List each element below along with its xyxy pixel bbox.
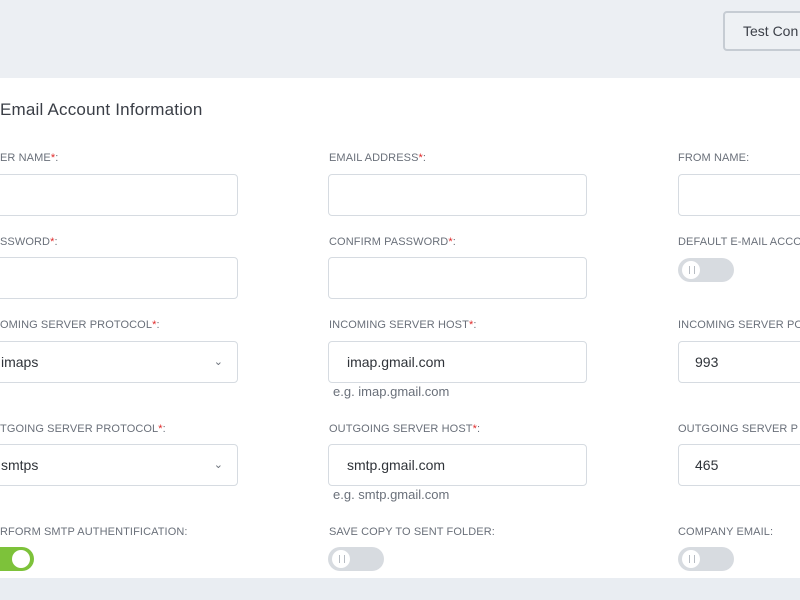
- smtp-auth-label: RFORM SMTP AUTHENTIFICATION:: [0, 526, 188, 538]
- chevron-down-icon: ⌄: [213, 459, 223, 471]
- confirm-password-label: CONFIRM PASSWORD*:: [329, 236, 456, 248]
- chevron-down-icon: ⌄: [213, 356, 223, 368]
- smtp-auth-toggle[interactable]: [0, 547, 34, 571]
- save-copy-label: SAVE COPY TO SENT FOLDER:: [329, 526, 495, 538]
- confirm-password-input[interactable]: [328, 257, 587, 299]
- from-name-input[interactable]: [678, 174, 800, 216]
- outgoing-protocol-value: smtps: [1, 457, 39, 473]
- bottom-area: [0, 578, 800, 600]
- section-title: Email Account Information: [0, 100, 203, 119]
- outgoing-host-label: OUTGOING SERVER HOST*:: [329, 423, 481, 435]
- outgoing-port-label: OUTGOING SERVER P: [678, 423, 799, 435]
- outgoing-port-input[interactable]: 465: [678, 444, 800, 486]
- incoming-protocol-select[interactable]: imaps ⌄: [0, 341, 238, 383]
- user-name-label: ER NAME*:: [0, 152, 59, 164]
- incoming-host-label: INCOMING SERVER HOST*:: [329, 319, 477, 331]
- from-name-label: FROM NAME:: [678, 152, 750, 164]
- incoming-host-hint: e.g. imap.gmail.com: [333, 384, 450, 399]
- incoming-protocol-label: OMING SERVER PROTOCOL*:: [0, 319, 160, 331]
- user-name-input[interactable]: [0, 174, 238, 216]
- password-input[interactable]: [0, 257, 238, 299]
- top-toolbar: Test Con: [0, 0, 800, 78]
- company-email-toggle[interactable]: [678, 547, 734, 571]
- email-address-label: EMAIL ADDRESS*:: [329, 152, 427, 164]
- test-connection-button[interactable]: Test Con: [723, 11, 800, 51]
- password-label: SSWORD*:: [0, 236, 58, 248]
- incoming-port-label: INCOMING SERVER PO: [678, 319, 800, 331]
- default-account-label: DEFAULT E-MAIL ACCO: [678, 236, 800, 248]
- company-email-label: COMPANY EMAIL:: [678, 526, 774, 538]
- save-copy-toggle[interactable]: [328, 547, 384, 571]
- outgoing-protocol-select[interactable]: smtps ⌄: [0, 444, 238, 486]
- incoming-port-input[interactable]: 993: [678, 341, 800, 383]
- outgoing-protocol-label: TGOING SERVER PROTOCOL*:: [0, 423, 166, 435]
- outgoing-host-hint: e.g. smtp.gmail.com: [333, 487, 450, 502]
- incoming-host-input[interactable]: imap.gmail.com: [328, 341, 587, 383]
- incoming-protocol-value: imaps: [1, 354, 39, 370]
- default-account-toggle[interactable]: [678, 258, 734, 282]
- outgoing-host-input[interactable]: smtp.gmail.com: [328, 444, 587, 486]
- email-address-input[interactable]: [328, 174, 587, 216]
